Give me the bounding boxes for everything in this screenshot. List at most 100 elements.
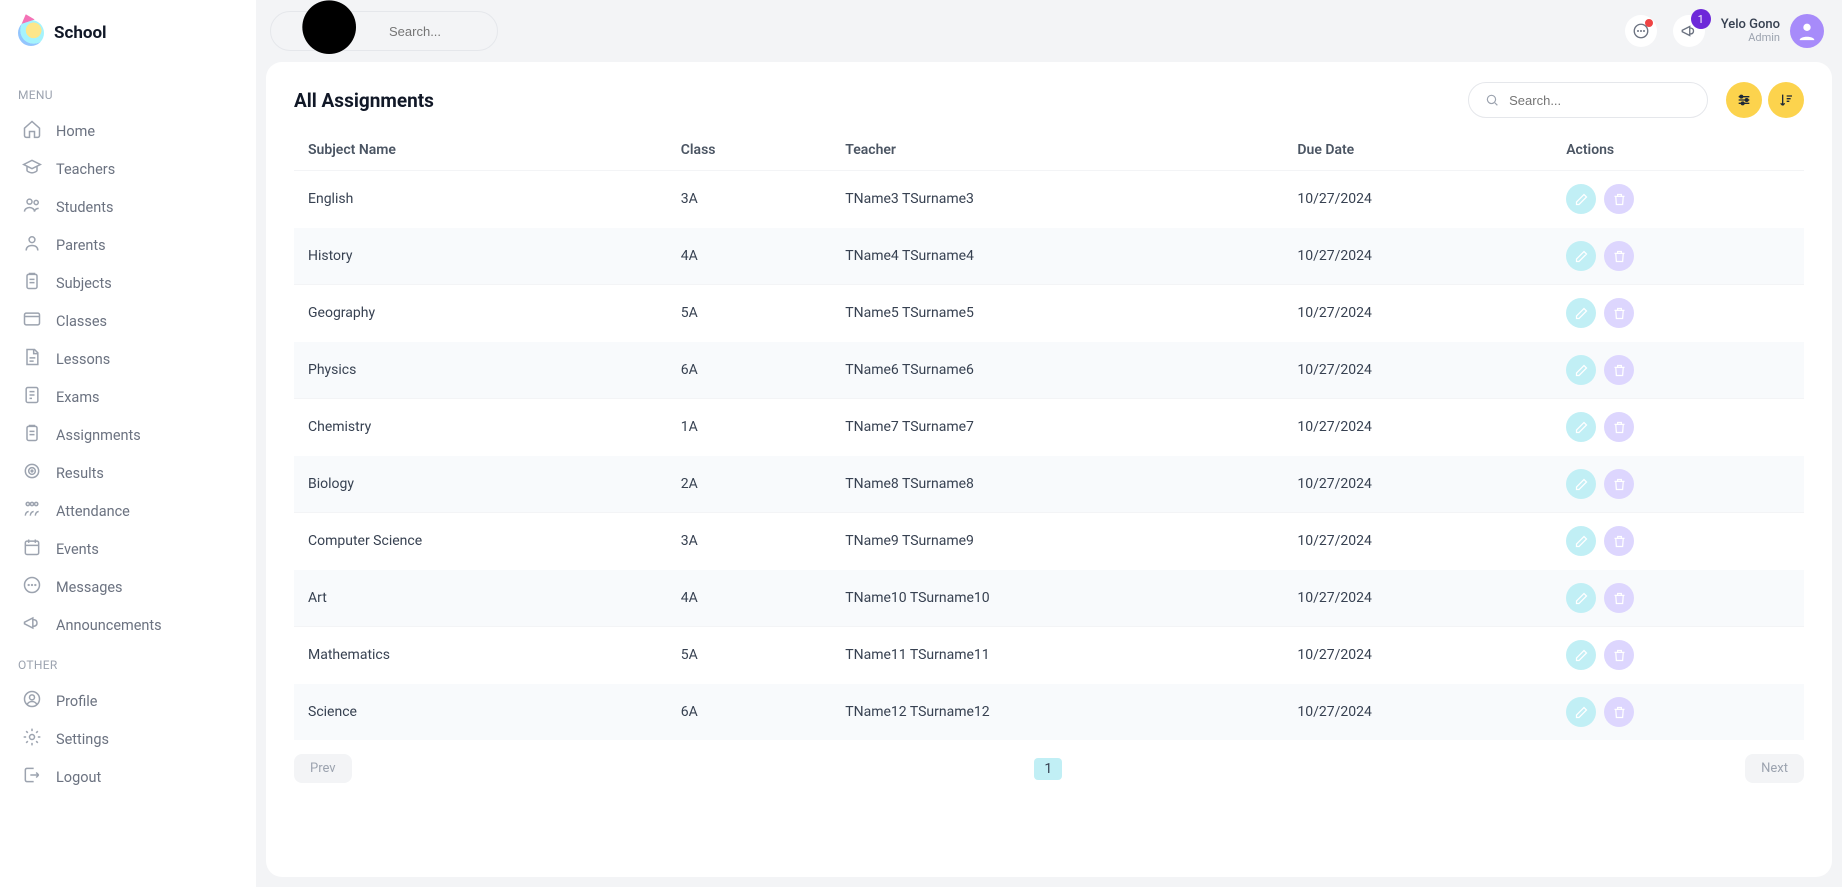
sidebar-item-events[interactable]: Events: [18, 530, 238, 568]
edit-button[interactable]: [1566, 412, 1596, 442]
table-row[interactable]: Computer Science3ATName9 TSurname910/27/…: [294, 513, 1804, 570]
table-row[interactable]: Biology2ATName8 TSurname810/27/2024: [294, 456, 1804, 513]
delete-button[interactable]: [1604, 697, 1634, 727]
cell-teacher: TName7 TSurname7: [831, 399, 1283, 456]
sidebar-item-teachers[interactable]: Teachers: [18, 150, 238, 188]
delete-button[interactable]: [1604, 184, 1634, 214]
brand-logo-icon: [18, 20, 44, 46]
edit-button[interactable]: [1566, 469, 1596, 499]
cell-actions: [1552, 684, 1804, 741]
sidebar-item-exams[interactable]: Exams: [18, 378, 238, 416]
table-row[interactable]: Science6ATName12 TSurname1210/27/2024: [294, 684, 1804, 741]
sidebar-item-profile[interactable]: Profile: [18, 682, 238, 720]
trash-icon: [1612, 591, 1627, 606]
cell-subject: Computer Science: [294, 513, 667, 570]
next-button[interactable]: Next: [1745, 754, 1804, 783]
target-icon: [22, 461, 42, 485]
cell-teacher: TName10 TSurname10: [831, 570, 1283, 627]
page-number[interactable]: 1: [1034, 758, 1062, 780]
delete-button[interactable]: [1604, 526, 1634, 556]
user-text: Yelo Gono Admin: [1721, 18, 1780, 44]
edit-icon: [1574, 306, 1589, 321]
note-icon: [22, 347, 42, 371]
edit-button[interactable]: [1566, 184, 1596, 214]
edit-icon: [1574, 192, 1589, 207]
menu-item-label: Parents: [56, 237, 106, 254]
search-icon: [1485, 92, 1499, 108]
menu-item-label: Events: [56, 541, 99, 558]
edit-icon: [1574, 534, 1589, 549]
delete-button[interactable]: [1604, 469, 1634, 499]
clipboard-icon: [22, 423, 42, 447]
delete-button[interactable]: [1604, 583, 1634, 613]
edit-button[interactable]: [1566, 298, 1596, 328]
cell-actions: [1552, 399, 1804, 456]
table-row[interactable]: English3ATName3 TSurname310/27/2024: [294, 171, 1804, 228]
sidebar-item-attendance[interactable]: Attendance: [18, 492, 238, 530]
user-block[interactable]: Yelo Gono Admin: [1721, 14, 1824, 48]
sidebar-item-messages[interactable]: Messages: [18, 568, 238, 606]
cell-due: 10/27/2024: [1283, 456, 1552, 513]
menu-item-label: Logout: [56, 769, 101, 786]
table-row[interactable]: Art4ATName10 TSurname1010/27/2024: [294, 570, 1804, 627]
sort-button[interactable]: [1768, 82, 1804, 118]
sidebar-item-lessons[interactable]: Lessons: [18, 340, 238, 378]
delete-button[interactable]: [1604, 241, 1634, 271]
edit-button[interactable]: [1566, 526, 1596, 556]
sidebar-item-subjects[interactable]: Subjects: [18, 264, 238, 302]
edit-button[interactable]: [1566, 697, 1596, 727]
trash-icon: [1612, 534, 1627, 549]
delete-button[interactable]: [1604, 412, 1634, 442]
menu-item-label: Classes: [56, 313, 107, 330]
edit-icon: [1574, 363, 1589, 378]
table-row[interactable]: Geography5ATName5 TSurname510/27/2024: [294, 285, 1804, 342]
edit-icon: [1574, 477, 1589, 492]
cell-due: 10/27/2024: [1283, 513, 1552, 570]
user-role: Admin: [1748, 32, 1780, 44]
cell-actions: [1552, 570, 1804, 627]
cell-teacher: TName9 TSurname9: [831, 513, 1283, 570]
edit-button[interactable]: [1566, 583, 1596, 613]
table-row[interactable]: History4ATName4 TSurname410/27/2024: [294, 228, 1804, 285]
messages-button[interactable]: [1625, 15, 1657, 47]
calendar-icon: [22, 537, 42, 561]
cell-actions: [1552, 627, 1804, 684]
delete-button[interactable]: [1604, 298, 1634, 328]
sidebar: School MENU HomeTeachersStudentsParentsS…: [0, 0, 256, 887]
sidebar-item-students[interactable]: Students: [18, 188, 238, 226]
col-class: Class: [667, 130, 831, 171]
table-row[interactable]: Physics6ATName6 TSurname610/27/2024: [294, 342, 1804, 399]
filter-button[interactable]: [1726, 82, 1762, 118]
cell-due: 10/27/2024: [1283, 684, 1552, 741]
announcements-button[interactable]: 1: [1673, 15, 1705, 47]
edit-button[interactable]: [1566, 640, 1596, 670]
sidebar-item-assignments[interactable]: Assignments: [18, 416, 238, 454]
sidebar-item-classes[interactable]: Classes: [18, 302, 238, 340]
logout-icon: [22, 765, 42, 789]
cell-teacher: TName3 TSurname3: [831, 171, 1283, 228]
sidebar-item-results[interactable]: Results: [18, 454, 238, 492]
delete-button[interactable]: [1604, 640, 1634, 670]
delete-button[interactable]: [1604, 355, 1634, 385]
sliders-icon: [1736, 92, 1752, 108]
sidebar-item-parents[interactable]: Parents: [18, 226, 238, 264]
sidebar-item-logout[interactable]: Logout: [18, 758, 238, 796]
trash-icon: [1612, 705, 1627, 720]
table-search[interactable]: [1468, 82, 1708, 118]
other-header: OTHER: [18, 658, 238, 672]
table-row[interactable]: Chemistry1ATName7 TSurname710/27/2024: [294, 399, 1804, 456]
prev-button[interactable]: Prev: [294, 754, 352, 783]
edit-button[interactable]: [1566, 241, 1596, 271]
table-search-input[interactable]: [1509, 93, 1691, 108]
edit-button[interactable]: [1566, 355, 1596, 385]
menu-item-label: Settings: [56, 731, 109, 748]
sidebar-item-settings[interactable]: Settings: [18, 720, 238, 758]
global-search-input[interactable]: [389, 24, 481, 39]
brand[interactable]: School: [18, 20, 238, 46]
avatar[interactable]: [1790, 14, 1824, 48]
global-search[interactable]: [270, 11, 498, 51]
sidebar-item-home[interactable]: Home: [18, 112, 238, 150]
table-row[interactable]: Mathematics5ATName11 TSurname1110/27/202…: [294, 627, 1804, 684]
pager: Prev 1 Next: [294, 754, 1804, 783]
sidebar-item-announcements[interactable]: Announcements: [18, 606, 238, 644]
